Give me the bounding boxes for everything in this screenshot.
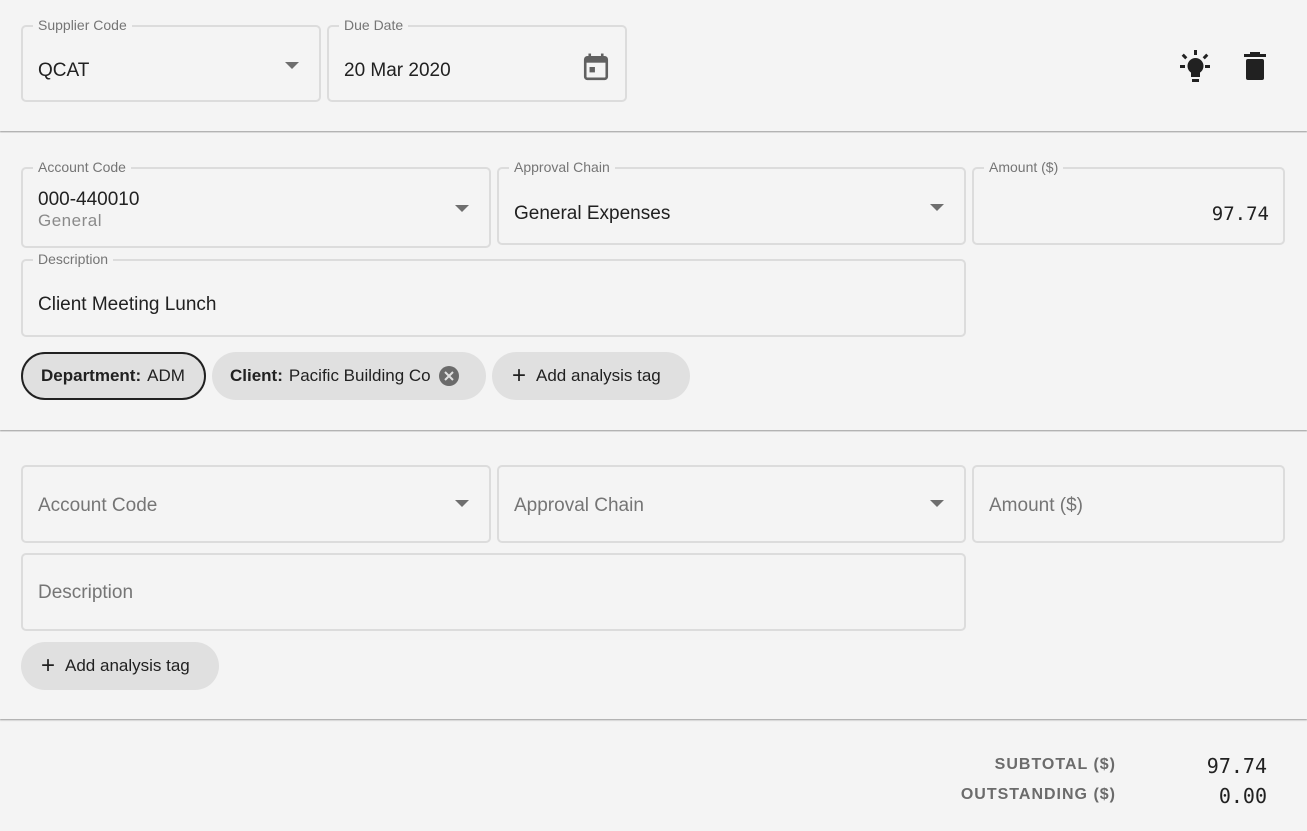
supplier-code-select[interactable]: Supplier Code QCAT xyxy=(21,16,321,102)
amount-label: Amount ($) xyxy=(984,158,1064,176)
amount-placeholder: Amount ($) xyxy=(989,495,1083,516)
lightbulb-icon[interactable] xyxy=(1176,48,1214,86)
description-label: Description xyxy=(33,250,114,268)
approval-chain-label: Approval Chain xyxy=(509,158,615,176)
subtotal-value: 97.74 xyxy=(1206,754,1267,778)
account-code-label: Account Code xyxy=(33,158,131,176)
chevron-down-icon xyxy=(455,500,469,507)
calendar-icon[interactable] xyxy=(583,53,609,81)
add-analysis-tag-button[interactable]: + Add analysis tag xyxy=(492,352,690,400)
plus-icon: + xyxy=(41,652,56,679)
approval-chain-placeholder: Approval Chain xyxy=(514,495,644,516)
chevron-down-icon xyxy=(930,204,944,211)
plus-icon: + xyxy=(512,362,527,389)
add-tag-label: Add analysis tag xyxy=(65,656,190,675)
tag-value: ADM xyxy=(147,366,185,385)
account-code-placeholder: Account Code xyxy=(38,495,158,516)
approval-chain-select[interactable]: Approval Chain General Expenses xyxy=(497,158,966,245)
chevron-down-icon xyxy=(930,500,944,507)
add-analysis-tag-button[interactable]: + Add analysis tag xyxy=(21,642,219,690)
amount-input[interactable]: Amount ($) 97.74 xyxy=(972,158,1285,245)
due-date-label: Due Date xyxy=(339,16,409,34)
remove-tag-icon[interactable] xyxy=(438,366,459,386)
delete-icon[interactable] xyxy=(1242,50,1268,82)
tag-value: Pacific Building Co xyxy=(288,366,431,385)
subtotal-label: SUBTOTAL ($) xyxy=(994,756,1116,773)
due-date-field[interactable]: Due Date 20 Mar 2020 xyxy=(327,16,627,102)
expense-line-1: Account Code 000-440010 General Approval… xyxy=(0,133,1307,430)
chevron-down-icon xyxy=(455,205,469,212)
tag-key: Department: xyxy=(41,366,142,385)
description-value: Client Meeting Lunch xyxy=(38,294,217,315)
supplier-code-value: QCAT xyxy=(38,60,90,81)
chevron-down-icon xyxy=(285,62,299,69)
invoice-header-card: Supplier Code QCAT Due Date 20 Mar 2020 xyxy=(0,0,1307,131)
account-code-select[interactable]: Account Code xyxy=(21,465,491,543)
add-tag-label: Add analysis tag xyxy=(536,366,661,385)
account-code-description: General xyxy=(38,211,102,230)
tag-key: Client: xyxy=(230,366,283,385)
description-placeholder: Description xyxy=(38,582,134,603)
description-input[interactable]: Description Client Meeting Lunch xyxy=(21,250,966,337)
expense-line-2: Account Code Approval Chain Amount ($) D… xyxy=(0,432,1307,719)
tag-chip-client[interactable]: Client: Pacific Building Co xyxy=(212,352,486,400)
approval-chain-value: General Expenses xyxy=(514,203,671,224)
amount-value: 97.74 xyxy=(1211,203,1269,225)
tag-chip-department[interactable]: Department: ADM xyxy=(21,352,206,400)
outstanding-label: OUTSTANDING ($) xyxy=(960,786,1116,803)
account-code-select[interactable]: Account Code 000-440010 General xyxy=(21,158,491,248)
account-code-value: 000-440010 xyxy=(38,189,140,210)
approval-chain-select[interactable]: Approval Chain xyxy=(497,465,966,543)
description-input[interactable]: Description xyxy=(21,553,966,631)
outstanding-value: 0.00 xyxy=(1218,784,1267,808)
supplier-code-label: Supplier Code xyxy=(33,16,132,34)
amount-input[interactable]: Amount ($) xyxy=(972,465,1285,543)
due-date-value: 20 Mar 2020 xyxy=(344,60,451,81)
